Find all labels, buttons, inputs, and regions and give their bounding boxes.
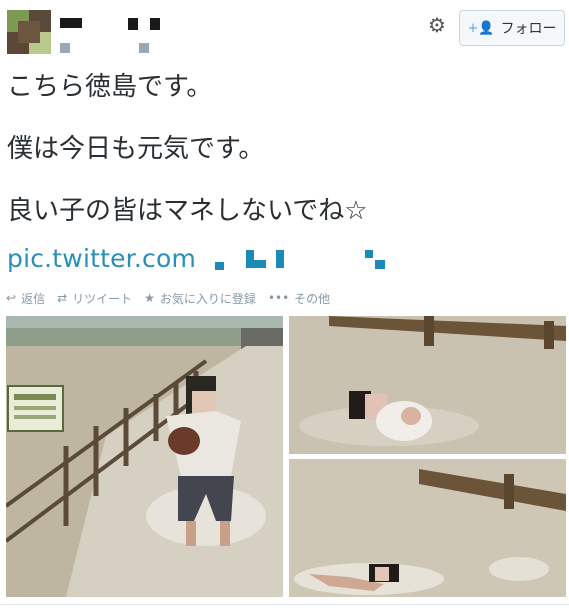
link-redacted bbox=[365, 250, 373, 258]
person-plus-icon: +👤 bbox=[467, 20, 495, 36]
favorite-action[interactable]: ★ お気に入りに登録 bbox=[144, 290, 256, 307]
user-name-redacted-part bbox=[150, 18, 160, 30]
user-name-redacted[interactable] bbox=[60, 18, 82, 28]
follow-button[interactable]: +👤 フォロー bbox=[459, 10, 565, 46]
retweet-label: リツイート bbox=[72, 291, 133, 306]
avatar[interactable] bbox=[7, 10, 51, 54]
retweet-action[interactable]: ⇄ リツイート bbox=[57, 290, 132, 307]
media-photo-3[interactable] bbox=[289, 459, 566, 597]
reply-action[interactable]: ↩ 返信 bbox=[6, 290, 45, 307]
link-redacted bbox=[276, 250, 284, 268]
tweet-line: 良い子の皆はマネしないでね☆ bbox=[7, 196, 368, 226]
tweet-line: こちら徳島です。 bbox=[7, 72, 213, 102]
link-redacted bbox=[375, 260, 385, 269]
link-redacted bbox=[215, 262, 224, 270]
link-redacted bbox=[254, 260, 266, 268]
media-photo-2[interactable] bbox=[289, 316, 566, 454]
user-name-redacted-part bbox=[128, 18, 138, 30]
swimming-photo-2 bbox=[289, 459, 566, 597]
tweet-line: 僕は今日も元気です。 bbox=[7, 134, 265, 164]
tweet-text: こちら徳島です。 僕は今日も元気です。 良い子の皆はマネしないでね☆ bbox=[7, 70, 557, 228]
swimming-photo-1 bbox=[289, 316, 566, 454]
flood-path-photo bbox=[6, 316, 283, 597]
reply-label: 返信 bbox=[21, 291, 46, 306]
tweet-header: ⚙ +👤 フォロー bbox=[0, 0, 569, 60]
more-label: その他 bbox=[294, 291, 331, 306]
pic-link-text[interactable]: pic.twitter.com bbox=[7, 244, 196, 273]
tweet-actions: ↩ 返信 ⇄ リツイート ★ お気に入りに登録 ••• その他 bbox=[6, 288, 342, 308]
more-action[interactable]: ••• その他 bbox=[268, 290, 330, 307]
screen-name-redacted-part bbox=[139, 43, 149, 53]
favorite-label: お気に入りに登録 bbox=[159, 291, 256, 306]
retweet-icon: ⇄ bbox=[57, 291, 68, 305]
gear-icon[interactable]: ⚙ bbox=[426, 14, 448, 36]
tweet-blank-line bbox=[7, 166, 557, 194]
screen-name-redacted bbox=[60, 43, 70, 53]
tweet-blank-line bbox=[7, 104, 557, 132]
pic-link[interactable]: pic.twitter.com bbox=[7, 244, 196, 273]
star-icon: ★ bbox=[144, 291, 155, 305]
media-photo-1[interactable] bbox=[6, 316, 283, 597]
more-icon: ••• bbox=[267, 291, 290, 305]
reply-icon: ↩ bbox=[6, 291, 17, 305]
follow-label: フォロー bbox=[500, 21, 557, 37]
link-redacted bbox=[246, 250, 254, 268]
divider bbox=[0, 604, 569, 605]
